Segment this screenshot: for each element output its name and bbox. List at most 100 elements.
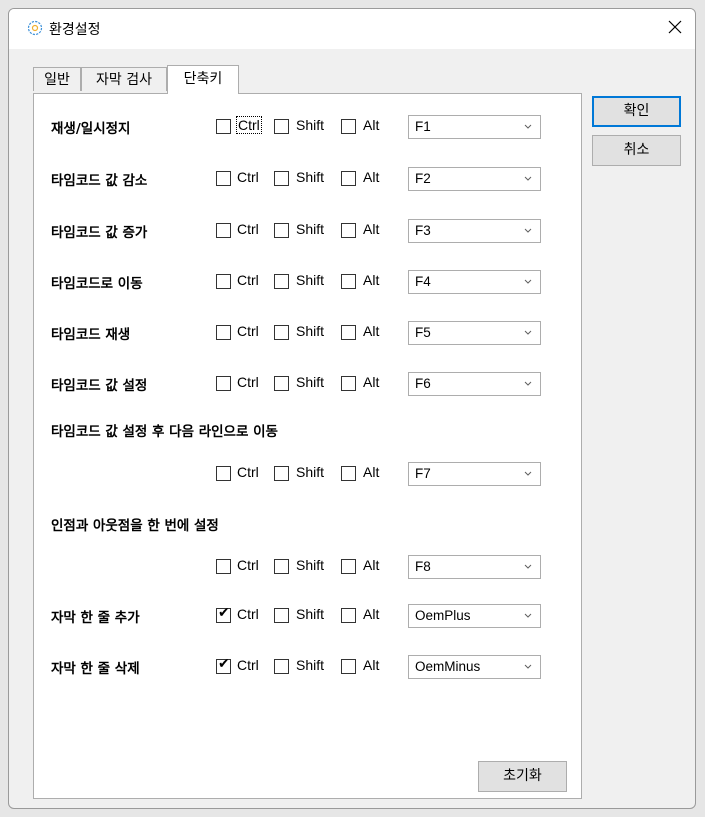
alt-checkbox-label[interactable]: Alt: [363, 169, 379, 185]
key-select[interactable]: F1: [408, 115, 541, 139]
ctrl-checkbox-label[interactable]: Ctrl: [236, 116, 262, 134]
ctrl-checkbox-label[interactable]: Ctrl: [237, 169, 259, 185]
shortcut-label: 인점과 아웃점을 한 번에 설정: [51, 518, 219, 534]
title-bar: 환경설정: [9, 9, 695, 49]
alt-checkbox-label[interactable]: Alt: [363, 323, 379, 339]
shift-checkbox-label[interactable]: Shift: [296, 557, 324, 573]
ctrl-checkbox-label[interactable]: Ctrl: [237, 657, 259, 673]
window-title: 환경설정: [49, 22, 101, 38]
chevron-down-icon: [524, 228, 532, 233]
ctrl-checkbox-label[interactable]: Ctrl: [237, 323, 259, 339]
alt-checkbox[interactable]: [341, 274, 356, 289]
shortcut-label: 타임코드 값 설정 후 다음 라인으로 이동: [51, 424, 278, 440]
shift-checkbox-label[interactable]: Shift: [296, 464, 324, 480]
key-select[interactable]: F3: [408, 219, 541, 243]
alt-checkbox-label[interactable]: Alt: [363, 221, 379, 237]
shift-checkbox-label[interactable]: Shift: [296, 606, 324, 622]
tab-subtitle-check[interactable]: 자막 검사: [81, 67, 167, 91]
shift-checkbox[interactable]: [274, 325, 289, 340]
shift-checkbox-label[interactable]: Shift: [296, 374, 324, 390]
alt-checkbox[interactable]: [341, 171, 356, 186]
key-select[interactable]: OemPlus: [408, 604, 541, 628]
ctrl-checkbox-label[interactable]: Ctrl: [237, 606, 259, 622]
shift-checkbox[interactable]: [274, 376, 289, 391]
ctrl-checkbox[interactable]: [216, 559, 231, 574]
alt-checkbox[interactable]: [341, 659, 356, 674]
alt-checkbox-label[interactable]: Alt: [363, 606, 379, 622]
alt-checkbox-label[interactable]: Alt: [363, 657, 379, 673]
shift-checkbox-label[interactable]: Shift: [296, 657, 324, 673]
ctrl-checkbox[interactable]: [216, 466, 231, 481]
ctrl-checkbox[interactable]: ✔: [216, 657, 231, 674]
shift-checkbox[interactable]: [274, 466, 289, 481]
chevron-down-icon: [524, 330, 532, 335]
key-select[interactable]: F4: [408, 270, 541, 294]
shortcut-label: 타임코드로 이동: [51, 276, 143, 292]
shift-checkbox-label[interactable]: Shift: [296, 272, 324, 288]
tab-general[interactable]: 일반: [33, 67, 81, 91]
shift-checkbox[interactable]: [274, 171, 289, 186]
key-select[interactable]: F7: [408, 462, 541, 486]
ctrl-checkbox[interactable]: ✔: [216, 606, 231, 623]
key-select-value: F8: [415, 559, 431, 574]
shift-checkbox[interactable]: [274, 659, 289, 674]
shift-checkbox-label[interactable]: Shift: [296, 117, 324, 133]
ctrl-checkbox[interactable]: [216, 119, 231, 134]
alt-checkbox-label[interactable]: Alt: [363, 557, 379, 573]
cancel-button[interactable]: 취소: [592, 135, 681, 166]
alt-checkbox[interactable]: [341, 559, 356, 574]
ctrl-checkbox[interactable]: [216, 171, 231, 186]
shift-checkbox[interactable]: [274, 559, 289, 574]
alt-checkbox[interactable]: [341, 119, 356, 134]
key-select[interactable]: F8: [408, 555, 541, 579]
shift-checkbox[interactable]: [274, 274, 289, 289]
shift-checkbox[interactable]: [274, 608, 289, 623]
chevron-down-icon: [524, 124, 532, 129]
ctrl-checkbox[interactable]: [216, 325, 231, 340]
key-select[interactable]: F5: [408, 321, 541, 345]
ctrl-checkbox[interactable]: [216, 274, 231, 289]
key-select-value: F7: [415, 466, 431, 481]
alt-checkbox[interactable]: [341, 325, 356, 340]
chevron-down-icon: [524, 664, 532, 669]
close-button[interactable]: [659, 11, 691, 43]
alt-checkbox-label[interactable]: Alt: [363, 272, 379, 288]
key-select-value: OemMinus: [415, 659, 481, 674]
ctrl-checkbox[interactable]: [216, 376, 231, 391]
key-select-value: OemPlus: [415, 608, 471, 623]
key-select-value: F1: [415, 119, 431, 134]
alt-checkbox-label[interactable]: Alt: [363, 464, 379, 480]
alt-checkbox[interactable]: [341, 466, 356, 481]
ctrl-checkbox-label[interactable]: Ctrl: [237, 272, 259, 288]
tab-shortcuts[interactable]: 단축키: [167, 65, 239, 94]
alt-checkbox[interactable]: [341, 376, 356, 391]
shift-checkbox[interactable]: [274, 119, 289, 134]
key-select[interactable]: OemMinus: [408, 655, 541, 679]
shift-checkbox-label[interactable]: Shift: [296, 169, 324, 185]
ctrl-checkbox-label[interactable]: Ctrl: [237, 557, 259, 573]
ctrl-checkbox-label[interactable]: Ctrl: [237, 374, 259, 390]
key-select[interactable]: F2: [408, 167, 541, 191]
chevron-down-icon: [524, 471, 532, 476]
settings-app-icon: [27, 20, 43, 36]
alt-checkbox-label[interactable]: Alt: [363, 117, 379, 133]
key-select[interactable]: F6: [408, 372, 541, 396]
shortcut-label: 타임코드 재생: [51, 327, 131, 343]
ctrl-checkbox[interactable]: [216, 223, 231, 238]
chevron-down-icon: [524, 564, 532, 569]
alt-checkbox[interactable]: [341, 223, 356, 238]
ok-button[interactable]: 확인: [592, 96, 681, 127]
shift-checkbox[interactable]: [274, 223, 289, 238]
settings-dialog: 환경설정 일반 자막 검사 단축키 확인 취소 재생/일시정지 Ctrl Shift…: [8, 8, 696, 809]
shift-checkbox-label[interactable]: Shift: [296, 323, 324, 339]
ctrl-checkbox-label[interactable]: Ctrl: [237, 221, 259, 237]
ctrl-checkbox-label[interactable]: Ctrl: [237, 464, 259, 480]
shortcut-label: 타임코드 값 증가: [51, 225, 148, 241]
chevron-down-icon: [524, 381, 532, 386]
alt-checkbox[interactable]: [341, 608, 356, 623]
shift-checkbox-label[interactable]: Shift: [296, 221, 324, 237]
shortcuts-panel: 재생/일시정지 Ctrl Shift Alt F1 타임코드 값 감소 Ctrl Shift A…: [33, 93, 582, 799]
chevron-down-icon: [524, 176, 532, 181]
reset-button[interactable]: 초기화: [478, 761, 567, 792]
alt-checkbox-label[interactable]: Alt: [363, 374, 379, 390]
